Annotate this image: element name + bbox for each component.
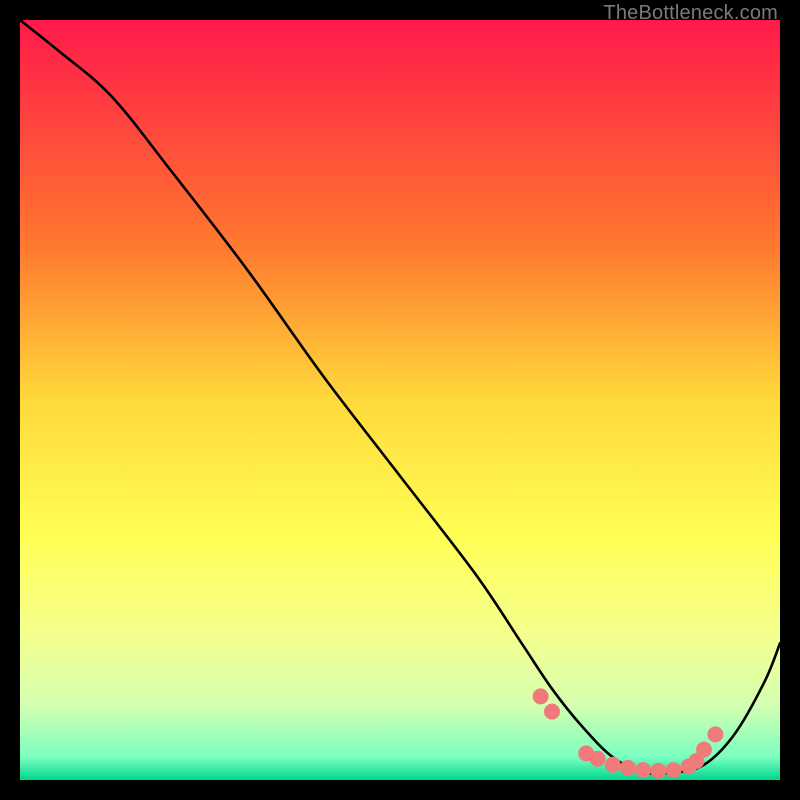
curve-marker: [666, 762, 682, 778]
curve-marker: [605, 757, 621, 773]
curve-marker: [707, 726, 723, 742]
chart-frame: [20, 20, 780, 780]
chart-svg: [20, 20, 780, 780]
curve-marker: [590, 751, 606, 767]
curve-marker: [620, 760, 636, 776]
watermark-text: TheBottleneck.com: [603, 2, 778, 25]
chart-background: [20, 20, 780, 780]
curve-marker: [635, 762, 651, 778]
curve-marker: [696, 742, 712, 758]
curve-marker: [544, 704, 560, 720]
curve-marker: [650, 763, 666, 779]
curve-marker: [533, 688, 549, 704]
